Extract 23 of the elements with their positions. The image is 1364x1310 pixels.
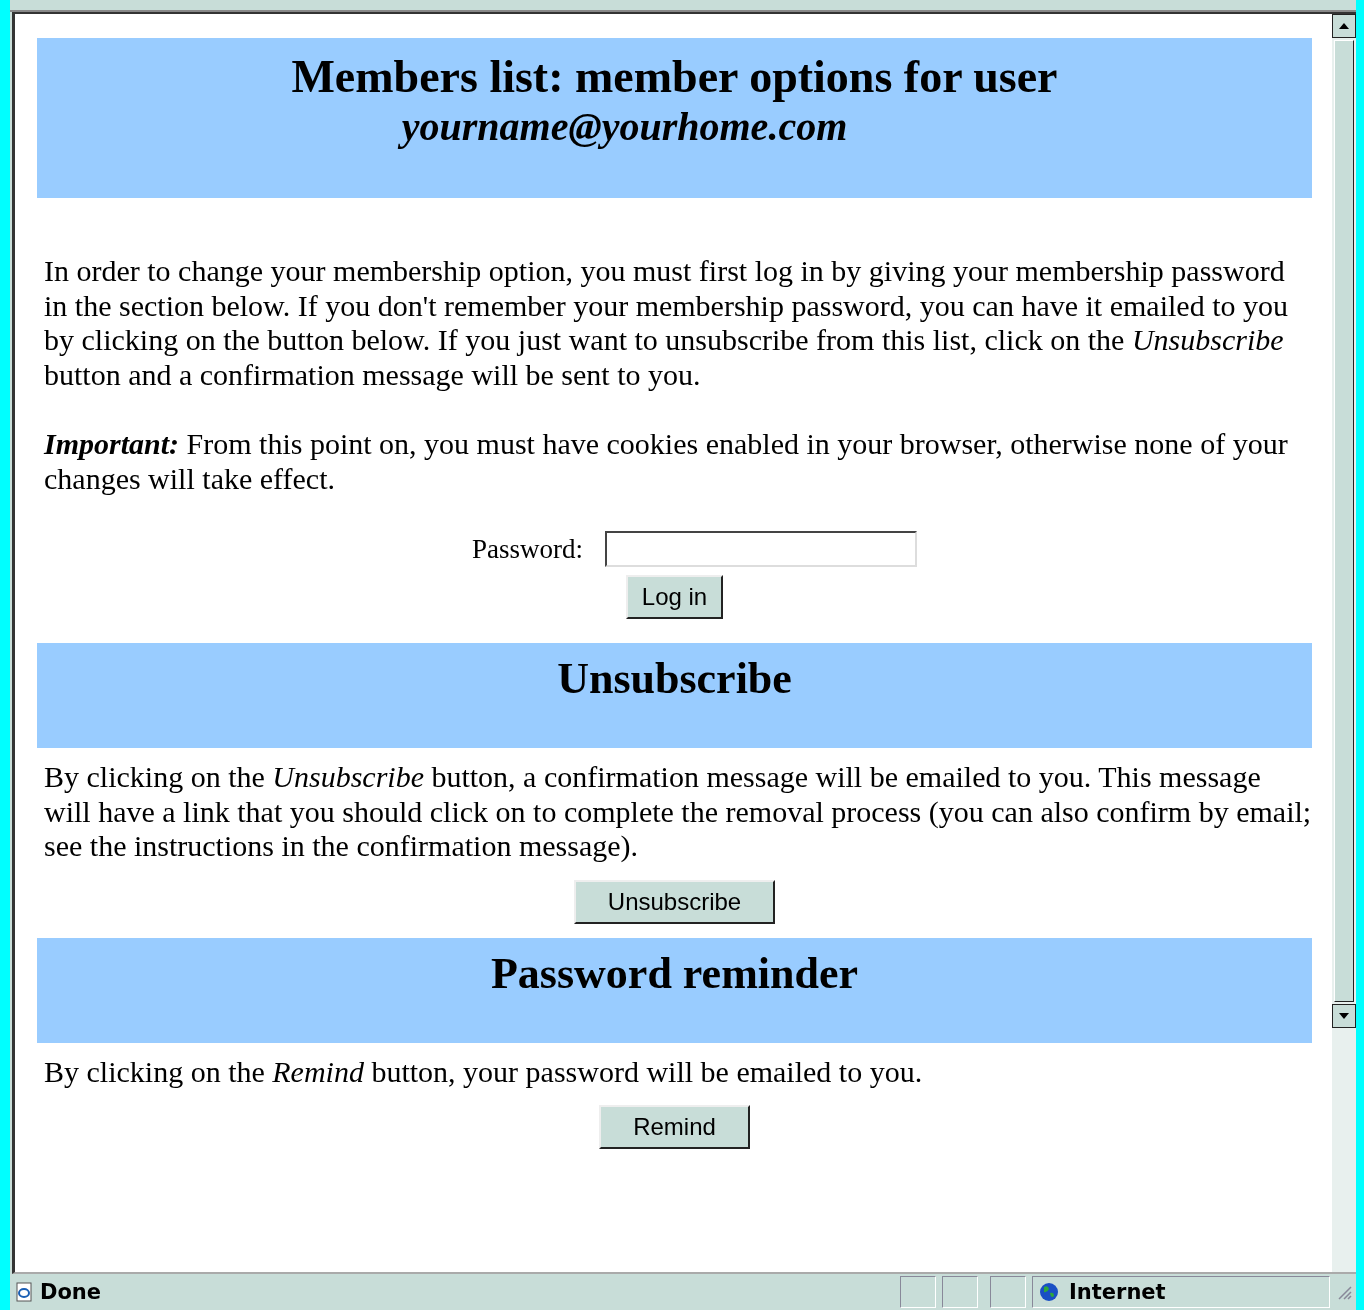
paragraph: In order to change your membership option, you must first log in by giving your membership password in the section below. If you don't remember your membership password, you can have it emailed to you by clicking on the button below. If you just want to unsubscribe from this list, click on the Unsubscribe button and a confirmation message will be sent to you.	[44, 254, 1289, 392]
scroll-up-icon[interactable]	[1332, 14, 1356, 38]
status-pane	[942, 1276, 978, 1308]
status-pane	[900, 1276, 936, 1308]
section-heading: Password reminder	[490, 947, 858, 999]
status-pane	[990, 1276, 1026, 1308]
scrollbar[interactable]	[1332, 14, 1356, 1272]
page-title: Members list: member options for user	[291, 50, 1058, 103]
paragraph: Important: From this point on, you must have cookies enabled in your browser, otherwise none of your changes will take effect.	[44, 427, 1289, 496]
resize-grip-icon[interactable]	[1336, 1284, 1352, 1300]
scroll-down-icon[interactable]	[1332, 1004, 1356, 1028]
paragraph: By clicking on the Unsubscribe button, a confirmation message will be emailed to you. This message will have a link that you should click on to complete the removal process (you can also confirm by email; see the instructions in the confirmation message).	[44, 760, 1312, 864]
paragraph: By clicking on the Remind button, your password will be emailed to you.	[44, 1054, 924, 1089]
section-heading: Unsubscribe	[557, 653, 792, 704]
login-button[interactable]: Log in	[625, 575, 724, 619]
status-text: Done	[40, 1280, 102, 1304]
page-icon	[14, 1282, 34, 1302]
password-field[interactable]	[605, 531, 917, 567]
zone-text: Internet	[1069, 1280, 1166, 1304]
action-button[interactable]: Unsubscribe	[573, 879, 776, 924]
password-label: Password:	[472, 533, 583, 565]
globe-icon	[1039, 1282, 1059, 1302]
action-button[interactable]: Remind	[599, 1105, 750, 1149]
